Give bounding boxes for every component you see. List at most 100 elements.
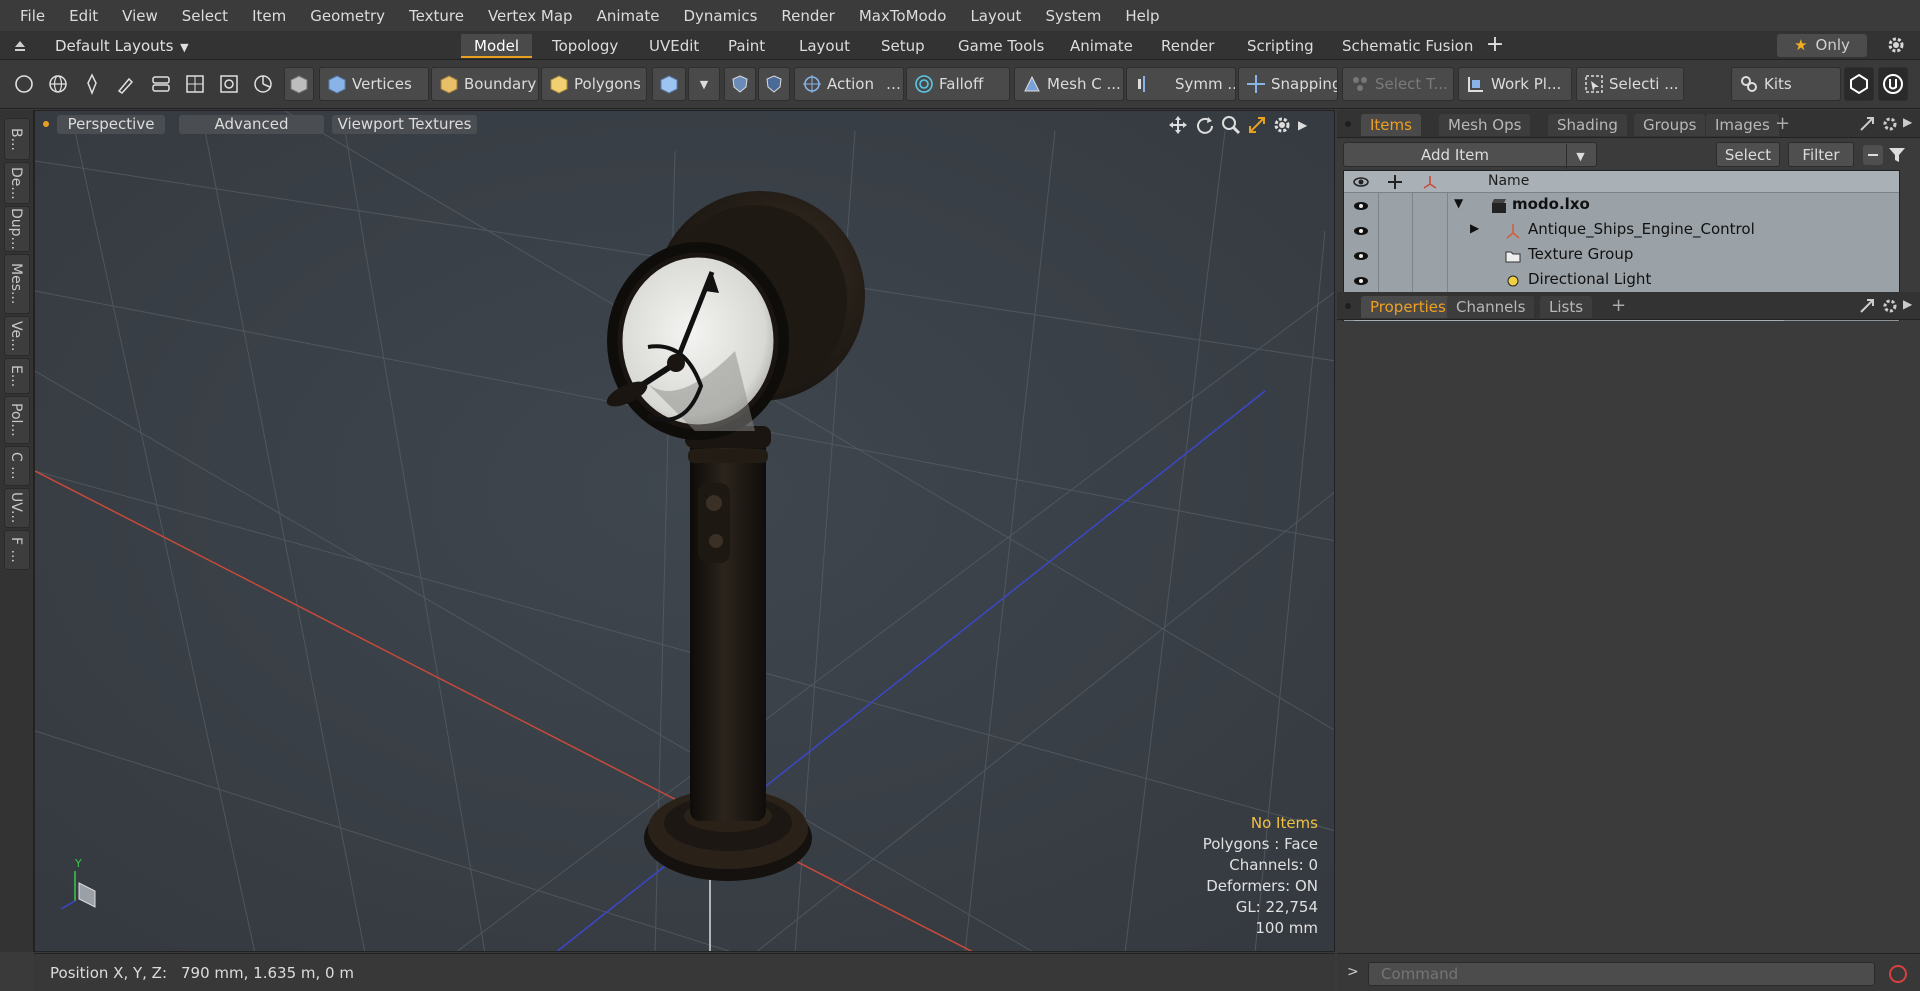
- gear-icon[interactable]: [1886, 35, 1906, 55]
- expand-arrow-icon[interactable]: ▶: [1470, 221, 1479, 235]
- lock-column-icon[interactable]: [1386, 173, 1404, 191]
- item-mode-button[interactable]: [284, 67, 314, 101]
- command-input[interactable]: [1368, 962, 1875, 986]
- tab-shading[interactable]: Shading: [1548, 114, 1627, 136]
- globe-button[interactable]: [42, 67, 74, 101]
- menu-dynamics[interactable]: Dynamics: [671, 7, 769, 25]
- vertices-button[interactable]: Vertices: [319, 67, 429, 101]
- advanced-button[interactable]: Advanced: [179, 115, 324, 134]
- maximize-view-icon[interactable]: [1247, 115, 1267, 135]
- visibility-eye-icon[interactable]: [1352, 272, 1370, 290]
- falloff-button[interactable]: Falloff: [906, 67, 1010, 101]
- menu-vertex-map[interactable]: Vertex Map: [476, 7, 585, 25]
- tab-mesh-ops[interactable]: Mesh Ops: [1439, 114, 1531, 136]
- tab-game-tools[interactable]: Game Tools: [945, 34, 1057, 58]
- expand-panel-icon[interactable]: [1858, 297, 1876, 315]
- unreal-button[interactable]: [1878, 67, 1908, 101]
- panel-arrow-icon[interactable]: ▶: [1903, 297, 1912, 311]
- viewport-settings-gear-icon[interactable]: [1272, 115, 1292, 135]
- collapse-up-icon[interactable]: [12, 37, 28, 53]
- boundary-button[interactable]: Boundary: [431, 67, 539, 101]
- add-item-button[interactable]: Add Item ▼: [1343, 142, 1597, 169]
- collapse-arrow-icon[interactable]: ▼: [1454, 196, 1463, 210]
- symmetry-button[interactable]: Symm ...: [1126, 67, 1236, 101]
- snapping-button[interactable]: Snapping: [1238, 67, 1338, 101]
- tab-lists[interactable]: Lists: [1540, 296, 1593, 318]
- visibility-column-eye-icon[interactable]: [1352, 173, 1370, 191]
- 3d-viewport[interactable]: Y Perspective Advanced Viewport Textures…: [34, 110, 1335, 952]
- tab-curve[interactable]: C ...: [4, 446, 30, 486]
- visibility-eye-icon[interactable]: [1352, 247, 1370, 265]
- collapse-icon[interactable]: [1863, 145, 1883, 165]
- list-item-directional-light[interactable]: Directional Light: [1344, 268, 1899, 293]
- tab-schematic-fusion[interactable]: Schematic Fusion: [1329, 34, 1486, 58]
- tab-basic[interactable]: B...: [4, 118, 30, 160]
- panel-gear-icon[interactable]: [1881, 115, 1899, 133]
- zoom-view-icon[interactable]: [1221, 115, 1241, 135]
- select-mode-button[interactable]: [8, 67, 40, 101]
- record-icon[interactable]: [1887, 963, 1909, 985]
- shield-button[interactable]: [724, 67, 756, 101]
- menu-select[interactable]: Select: [170, 7, 240, 25]
- list-item-texture-group[interactable]: Texture Group: [1344, 243, 1899, 268]
- visibility-eye-icon[interactable]: [1352, 197, 1370, 215]
- tab-mesh-edit[interactable]: Mes...: [4, 254, 30, 314]
- menu-animate[interactable]: Animate: [585, 7, 672, 25]
- tab-properties[interactable]: Properties: [1361, 296, 1455, 318]
- tab-layout[interactable]: Layout: [786, 34, 863, 58]
- shield-alt-button[interactable]: [758, 67, 790, 101]
- polygons-button[interactable]: Polygons: [541, 67, 647, 101]
- list-item-scene[interactable]: ▼ modo.lxo: [1344, 193, 1899, 218]
- menu-system[interactable]: System: [1033, 7, 1113, 25]
- layers-button[interactable]: [145, 67, 177, 101]
- menu-render[interactable]: Render: [769, 7, 846, 25]
- rotate-view-icon[interactable]: [1195, 115, 1215, 135]
- pie-button[interactable]: [247, 67, 279, 101]
- tab-setup[interactable]: Setup: [868, 34, 938, 58]
- only-toggle[interactable]: ★ Only: [1777, 34, 1867, 57]
- tab-animate[interactable]: Animate: [1057, 34, 1146, 58]
- panel-gear-icon[interactable]: [1881, 297, 1899, 315]
- type-column-icon[interactable]: [1421, 173, 1439, 191]
- expand-panel-icon[interactable]: [1858, 115, 1876, 133]
- material-dropdown[interactable]: ▼: [688, 67, 720, 101]
- tab-deform[interactable]: De...: [4, 162, 30, 204]
- move-view-icon[interactable]: [1168, 115, 1188, 135]
- pen-button[interactable]: [76, 67, 108, 101]
- tab-edge[interactable]: E...: [4, 358, 30, 394]
- play-arrow-icon[interactable]: ▶: [1298, 115, 1314, 135]
- tab-items[interactable]: Items: [1361, 114, 1421, 136]
- menu-view[interactable]: View: [110, 7, 170, 25]
- name-column-header[interactable]: Name: [1488, 173, 1529, 189]
- viewport-textures-button[interactable]: Viewport Textures: [332, 115, 477, 134]
- selection-sets-button[interactable]: Selecti ...: [1576, 67, 1684, 101]
- menu-edit[interactable]: Edit: [57, 7, 110, 25]
- tab-channels[interactable]: Channels: [1447, 296, 1535, 318]
- tab-uv[interactable]: UV...: [4, 488, 30, 528]
- center-button[interactable]: [213, 67, 245, 101]
- menu-texture[interactable]: Texture: [397, 7, 476, 25]
- tab-topology[interactable]: Topology: [539, 34, 631, 58]
- tab-duplicate[interactable]: Dup...: [4, 206, 30, 252]
- material-button[interactable]: [652, 67, 686, 101]
- select-button[interactable]: Select: [1716, 142, 1780, 167]
- kits-button[interactable]: Kits: [1731, 67, 1841, 101]
- tab-polygon[interactable]: Pol...: [4, 396, 30, 444]
- panel-arrow-icon[interactable]: ▶: [1903, 115, 1912, 129]
- brush-button[interactable]: [110, 67, 142, 101]
- menu-file[interactable]: File: [8, 7, 57, 25]
- visibility-eye-icon[interactable]: [1352, 222, 1370, 240]
- tab-render[interactable]: Render: [1148, 34, 1227, 58]
- select-through-button[interactable]: Select T...: [1342, 67, 1454, 101]
- list-item-mesh[interactable]: ▶ Antique_Ships_Engine_Control: [1344, 218, 1899, 243]
- add-tab-icon[interactable]: +: [1484, 34, 1506, 56]
- tab-paint[interactable]: Paint: [715, 34, 778, 58]
- tab-vertex[interactable]: Ve...: [4, 316, 30, 356]
- action-center-button[interactable]: Action…: [794, 67, 904, 101]
- workplane-button[interactable]: Work Pl...: [1458, 67, 1572, 101]
- tab-groups[interactable]: Groups: [1634, 114, 1706, 136]
- add-panel-tab-icon[interactable]: +: [1611, 295, 1626, 316]
- menu-maxtomodo[interactable]: MaxToModo: [847, 7, 959, 25]
- menu-layout[interactable]: Layout: [958, 7, 1033, 25]
- tab-uvedit[interactable]: UVEdit: [636, 34, 712, 58]
